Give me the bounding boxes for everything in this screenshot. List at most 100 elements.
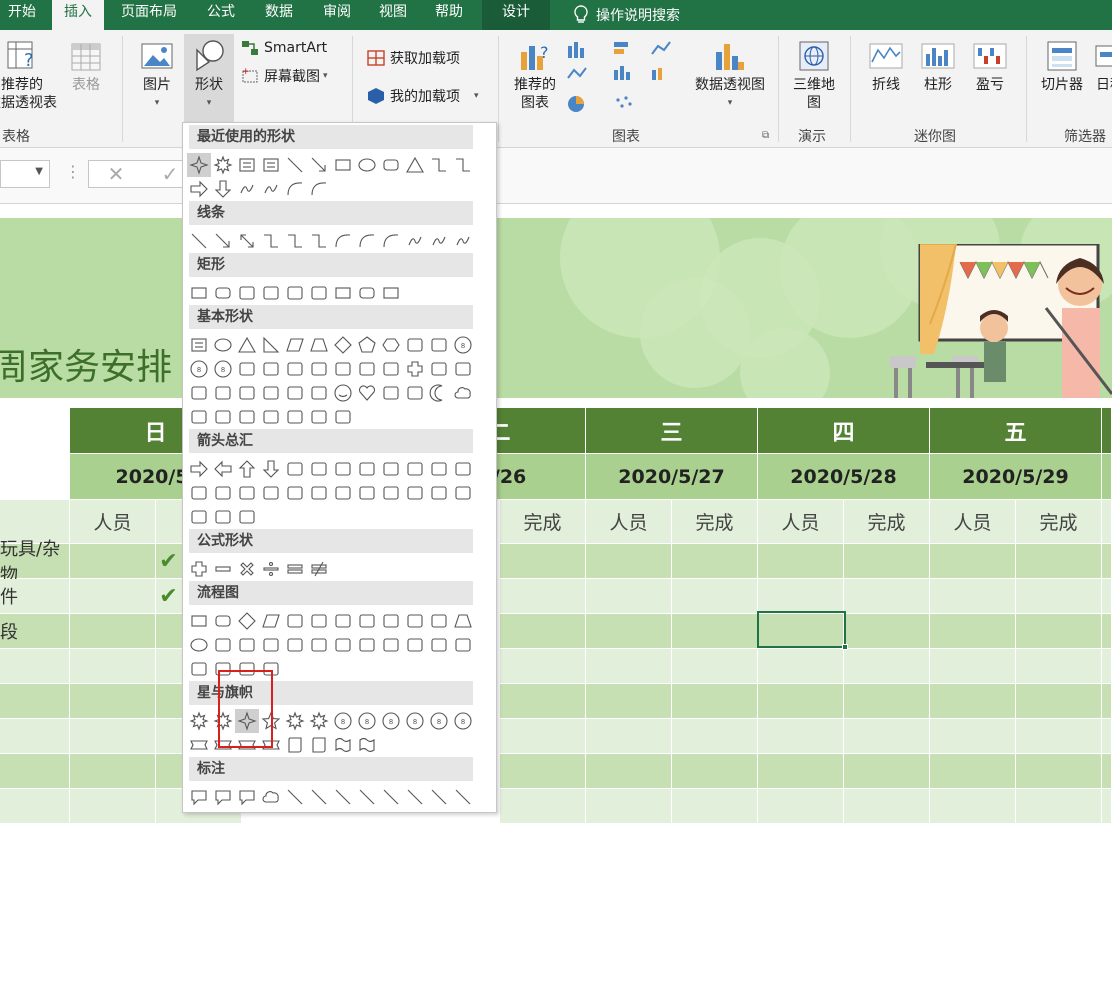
shape-scroll-icon[interactable] xyxy=(307,733,331,757)
shape-para-icon[interactable] xyxy=(259,609,283,633)
done-header[interactable]: 完成 xyxy=(500,500,586,544)
tab-insert[interactable]: 插入 xyxy=(52,0,104,30)
table-cell[interactable] xyxy=(844,544,930,579)
shape-cube-icon[interactable] xyxy=(187,381,211,405)
table-cell[interactable] xyxy=(758,649,844,684)
shape-elbow2-icon[interactable] xyxy=(283,229,307,253)
shape-mult-icon[interactable] xyxy=(235,557,259,581)
shape-curve-icon[interactable] xyxy=(307,177,331,201)
shape-line-icon[interactable] xyxy=(451,785,475,809)
table-cell[interactable] xyxy=(672,684,758,719)
row-label-cell[interactable] xyxy=(0,649,70,684)
table-cell[interactable] xyxy=(1102,614,1112,649)
shape-bracketr-icon[interactable] xyxy=(283,405,307,429)
shape-diagstripe-icon[interactable] xyxy=(379,357,403,381)
tab-page-layout[interactable]: 页面布局 xyxy=(112,0,186,30)
table-cell[interactable] xyxy=(1102,754,1112,789)
shape-lrarrow-icon[interactable] xyxy=(283,457,307,481)
row-label-cell[interactable] xyxy=(0,789,70,824)
shape-oval-icon[interactable] xyxy=(187,633,211,657)
shape-num-icon[interactable]: 8 xyxy=(211,357,235,381)
shape-rarrow-icon[interactable] xyxy=(187,177,211,201)
shape-multidoc-icon[interactable] xyxy=(355,609,379,633)
table-cell[interactable] xyxy=(930,579,1016,614)
shape-trap-icon[interactable] xyxy=(307,333,331,357)
shape-quad-icon[interactable] xyxy=(331,457,355,481)
tab-design[interactable]: 设计 xyxy=(482,0,550,30)
shape-diamond-icon[interactable] xyxy=(235,609,259,633)
table-cell[interactable] xyxy=(844,754,930,789)
done-header[interactable]: 完成 xyxy=(844,500,930,544)
get-addins-button[interactable]: 获取加载项 xyxy=(366,48,460,68)
shape-intstore-icon[interactable] xyxy=(307,609,331,633)
shape-heart-icon[interactable] xyxy=(355,381,379,405)
cancel-icon[interactable]: ✕ xyxy=(108,162,125,186)
shape-cloud-icon[interactable] xyxy=(259,785,283,809)
table-cell[interactable] xyxy=(70,719,156,754)
shape-textbox-icon[interactable] xyxy=(235,153,259,177)
table-cell[interactable] xyxy=(672,614,758,649)
shape-moon-icon[interactable] xyxy=(427,381,451,405)
table-cell[interactable] xyxy=(586,789,672,824)
sparkline-line-button[interactable]: 折线 xyxy=(862,38,910,94)
shape-freeform-icon[interactable] xyxy=(427,229,451,253)
shape-chevron-icon[interactable] xyxy=(355,481,379,505)
shape-star7-icon[interactable] xyxy=(307,709,331,733)
shape-merge-icon[interactable] xyxy=(403,633,427,657)
subheader-partial[interactable] xyxy=(1102,500,1112,544)
shape-elbow-icon[interactable] xyxy=(427,153,451,177)
confirm-icon[interactable]: ✓ xyxy=(162,162,179,186)
table-cell[interactable] xyxy=(500,754,586,789)
shape-bracket-icon[interactable] xyxy=(187,405,211,429)
shape-rect-icon[interactable] xyxy=(379,281,403,305)
shape-star6-icon[interactable] xyxy=(283,709,307,733)
table-cell[interactable] xyxy=(672,789,758,824)
table-cell[interactable] xyxy=(672,544,758,579)
shape-plus-icon[interactable] xyxy=(403,357,427,381)
table-cell[interactable] xyxy=(1102,579,1112,614)
recommended-charts-button[interactable]: ? 推荐的 图表 xyxy=(508,38,562,112)
shape-arrowline-icon[interactable] xyxy=(211,229,235,253)
shape-ocallout-icon[interactable] xyxy=(235,785,259,809)
shape-lcall-icon[interactable] xyxy=(427,481,451,505)
table-cell[interactable] xyxy=(1016,789,1102,824)
dialog-launcher-icon[interactable]: ⧉ xyxy=(762,130,769,141)
done-header[interactable]: 完成 xyxy=(672,500,758,544)
smartart-button[interactable]: SmartArt xyxy=(240,38,327,58)
shape-curvu-icon[interactable] xyxy=(235,481,259,505)
shape-rrect-icon[interactable] xyxy=(355,281,379,305)
shape-diamond-icon[interactable] xyxy=(331,333,355,357)
shape-curve3-icon[interactable] xyxy=(379,229,403,253)
shape-star8-icon[interactable] xyxy=(211,153,235,177)
date-header-partial[interactable] xyxy=(1102,454,1112,500)
shape-minus-icon[interactable] xyxy=(211,557,235,581)
shape-delay-icon[interactable] xyxy=(451,633,475,657)
table-cell[interactable] xyxy=(500,719,586,754)
table-cell[interactable] xyxy=(672,754,758,789)
table-cell[interactable] xyxy=(586,754,672,789)
shape-trap-icon[interactable] xyxy=(451,609,475,633)
row-label-cell[interactable]: 玩具/杂物 xyxy=(0,539,70,586)
pivot-chart-button[interactable]: 数据透视图 ▾ xyxy=(688,38,772,112)
shape-manual-icon[interactable] xyxy=(427,609,451,633)
table-cell[interactable] xyxy=(586,719,672,754)
table-cell[interactable] xyxy=(758,544,844,579)
shape-term-icon[interactable] xyxy=(379,609,403,633)
shape-scribble-icon[interactable] xyxy=(403,229,427,253)
shape-halfframe-icon[interactable] xyxy=(331,357,355,381)
shape-dcall-icon[interactable] xyxy=(403,481,427,505)
table-cell[interactable] xyxy=(586,579,672,614)
shape-quadcall-icon[interactable] xyxy=(211,505,235,529)
table-cell[interactable] xyxy=(844,649,930,684)
row-label-cell[interactable] xyxy=(0,754,70,789)
shape-star8-icon[interactable] xyxy=(187,709,211,733)
tab-home[interactable]: 开始 xyxy=(0,0,44,30)
shape-lup-icon[interactable] xyxy=(427,457,451,481)
shape-plaque-icon[interactable] xyxy=(427,357,451,381)
table-cell[interactable] xyxy=(930,719,1016,754)
shape-equal-icon[interactable] xyxy=(283,557,307,581)
shape-brackets-icon[interactable] xyxy=(211,405,235,429)
table-cell[interactable] xyxy=(1016,579,1102,614)
shape-blockarc-icon[interactable] xyxy=(283,381,307,405)
shape-darrow-icon[interactable] xyxy=(259,457,283,481)
